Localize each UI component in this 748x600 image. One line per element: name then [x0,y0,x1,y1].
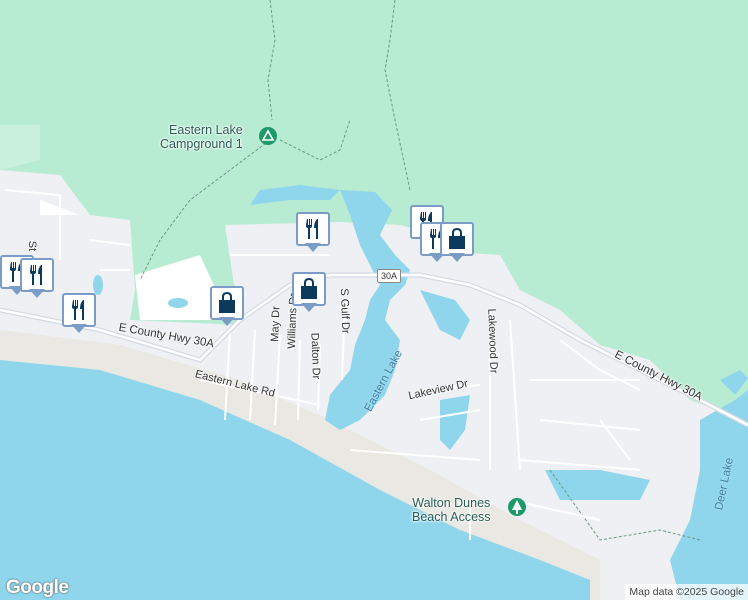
fork-knife-icon [30,265,42,285]
map-attribution[interactable]: Map data ©2025 Google [625,584,748,600]
map-canvas[interactable]: Eastern Lake Campground 1 Walton Dunes B… [0,0,748,600]
st-label: St [26,240,39,252]
fork-knife-icon [306,219,318,239]
fork-knife-icon [72,300,84,320]
shopping-bag-icon [219,292,235,313]
shopping-marker[interactable] [210,286,244,326]
campground-label[interactable]: Eastern Lake Campground 1 [160,123,243,151]
route-30a-shield: 30A [377,269,402,283]
google-logo[interactable]: Google [6,577,69,599]
dalton-dr-label: Dalton Dr [308,332,323,380]
restaurant-marker[interactable] [20,258,54,298]
beach-access-label[interactable]: Walton Dunes Beach Access [412,496,491,524]
lakewood-dr-label: Lakewood Dr [485,308,500,374]
restaurant-marker[interactable] [296,212,330,252]
shopping-bag-icon [301,278,317,299]
shopping-marker[interactable] [292,272,326,312]
restaurant-marker[interactable] [62,293,96,333]
shopping-bag-icon [449,228,465,249]
s-gulf-dr-label: S Gulf Dr [337,288,352,334]
may-dr-label: May Dr [269,306,283,342]
map-base-layer [0,0,748,600]
shopping-marker[interactable] [440,222,474,262]
